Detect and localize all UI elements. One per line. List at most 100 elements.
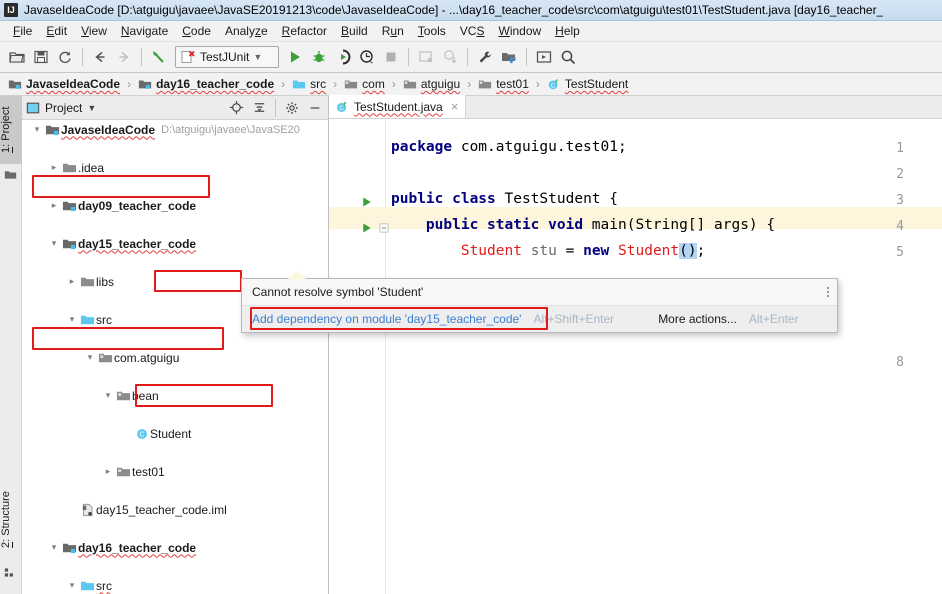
menu-item-run[interactable]: Run [375,22,411,40]
title-bar: IJ JavaseIdeaCode [D:\atguigu\javaee\Jav… [0,0,942,21]
tree-row-student[interactable]: C Student [22,424,328,443]
menu-item-help[interactable]: Help [548,22,587,40]
editor-tab-teststudent-java[interactable]: C TestStudent.java × [329,95,467,118]
line-number: 2 [896,167,904,182]
menu-item-code[interactable]: Code [175,22,218,40]
save-all-icon[interactable] [30,46,52,68]
chevron-down-icon[interactable]: ▾ [65,576,79,594]
profile-icon[interactable] [356,46,378,68]
breadcrumb-item-javaseideacode[interactable]: JavaseIdeaCode [6,77,122,91]
left-tool-strip: 1: Project 2: Structure [0,96,22,594]
package-icon [345,80,358,89]
chevron-right-icon[interactable]: ▸ [101,462,115,481]
breadcrumb-item-day16-teacher-code[interactable]: day16_teacher_code [136,77,276,91]
svg-text:C: C [339,105,344,112]
more-options-icon[interactable] [827,287,829,297]
menu-item-navigate[interactable]: Navigate [114,22,175,40]
toolbar-separator-4 [467,48,468,66]
line-number: 4 [896,219,904,234]
sync-icon[interactable] [54,46,76,68]
tree-label: bean [132,388,159,403]
settings-wrench-icon[interactable] [474,46,496,68]
chevron-down-icon[interactable]: ▾ [47,538,61,557]
run-gutter-icon-main[interactable] [361,222,373,237]
editor-tabs: C TestStudent.java × [329,95,942,119]
intellij-idea-window: IJ JavaseIdeaCode [D:\atguigu\javaee\Jav… [0,0,942,594]
popup-message: Cannot resolve symbol 'Student' [252,285,424,299]
chevron-down-icon[interactable]: ▾ [65,310,79,329]
source-folder-icon [79,312,96,327]
intention-popup: Cannot resolve symbol 'Student' Add depe… [241,278,838,333]
run-gutter-icon-class[interactable] [361,196,373,211]
menu-bar: File Edit View Navigate Code Analyze Ref… [0,21,942,42]
annotation-box-day16 [32,327,224,350]
menu-item-refactor[interactable]: Refactor [275,22,334,40]
menu-item-view[interactable]: View [74,22,114,40]
collapse-all-icon[interactable] [250,99,268,117]
undo-icon[interactable] [148,46,170,68]
tree-row-day09-teacher-code[interactable]: ▸ day09_teacher_code [22,196,328,215]
chevron-down-icon[interactable]: ▾ [83,348,97,367]
chevron-right-icon[interactable]: ▸ [47,158,61,177]
tree-row-day15-iml[interactable]: day15_teacher_code.iml [22,500,328,519]
tree-row-day16-teacher-code[interactable]: ▾ day16_teacher_code [22,538,328,557]
run-configuration-selector[interactable]: TestJUnit ▼ [175,46,279,68]
editor-gutter[interactable] [329,119,386,594]
chevron-down-icon[interactable]: ▼ [87,103,96,113]
fold-marker-icon[interactable] [379,223,389,236]
gear-icon[interactable] [283,99,301,117]
chevron-right-icon[interactable]: ▸ [47,196,61,215]
java-class-icon: C [133,427,150,441]
code-line-4: public static void main(String[] args) { [391,217,776,233]
chevron-down-icon[interactable]: ▾ [47,234,61,253]
search-everywhere-icon[interactable] [557,46,579,68]
chevron-down-icon[interactable]: ▼ [253,52,262,62]
open-folder-icon[interactable] [6,46,28,68]
module-icon [61,236,78,251]
add-dependency-action[interactable]: Add dependency on module 'day15_teacher_… [252,312,521,326]
sidebar-item-structure[interactable]: 2: Structure [0,478,22,562]
chevron-down-icon[interactable]: ▾ [101,386,115,405]
debug-icon[interactable] [308,46,330,68]
module-icon [44,122,61,137]
menu-item-window[interactable]: Window [491,22,548,40]
breadcrumb-item-atguigu[interactable]: atguigu [401,77,462,91]
run-icon[interactable] [284,46,306,68]
breadcrumb-item-com[interactable]: com [342,77,387,91]
menu-item-edit[interactable]: Edit [39,22,74,40]
breadcrumb-item-teststudent[interactable]: C TestStudent [545,77,630,91]
menu-item-vcs[interactable]: VCS [453,22,492,40]
chevron-down-icon[interactable]: ▾ [30,120,44,139]
update-project-icon [439,46,461,68]
toolbar-separator [82,48,83,66]
more-actions-link[interactable]: More actions... [658,312,737,326]
code-line-5: Student stu = new Student(); [460,243,706,259]
menu-item-tools[interactable]: Tools [411,22,453,40]
tree-row-src-day16[interactable]: ▾ src [22,576,328,594]
breadcrumb-item-src[interactable]: src [290,77,328,91]
current-line-gutter-highlight [329,207,386,229]
code-editor[interactable]: 1 2 3 4 5 8 package com.atguigu.test01; … [329,119,942,594]
toolbar-separator-5 [526,48,527,66]
hide-minimize-icon[interactable] [306,99,324,117]
tree-row-day15-teacher-code[interactable]: ▾ day15_teacher_code [22,234,328,253]
menu-item-analyze[interactable]: Analyze [218,22,275,40]
menu-item-build[interactable]: Build [334,22,375,40]
tree-row-com-atguigu[interactable]: ▾ com.atguigu [22,348,328,367]
close-icon[interactable]: × [451,99,459,114]
locate-target-icon[interactable] [227,99,245,117]
project-structure-icon[interactable] [498,46,520,68]
project-tree[interactable]: ▾ JavaseIdeaCode D:\atguigu\javaee\JavaS… [22,120,328,594]
sidebar-item-project[interactable]: 1: Project [0,96,22,164]
breadcrumb-item-test01[interactable]: test01 [476,77,531,91]
tree-row-test01-day15[interactable]: ▸ test01 [22,462,328,481]
menu-item-file[interactable]: File [6,22,39,40]
chevron-right-icon[interactable]: ▸ [65,272,79,291]
tree-row-bean[interactable]: ▾ bean [22,386,328,405]
package-icon [403,80,416,89]
run-anything-icon[interactable] [533,46,555,68]
run-with-coverage-icon[interactable] [332,46,354,68]
tree-row-idea[interactable]: ▸ .idea [22,158,328,177]
tree-row-javaseideacode[interactable]: ▾ JavaseIdeaCode D:\atguigu\javaee\JavaS… [22,120,328,139]
back-arrow-icon[interactable] [89,46,111,68]
